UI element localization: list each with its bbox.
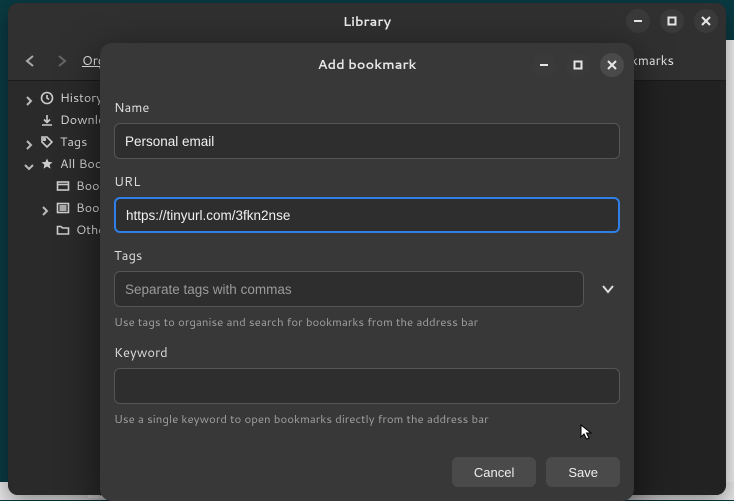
tag-icon xyxy=(40,135,54,149)
tags-label: Tags xyxy=(114,247,620,265)
cancel-button[interactable]: Cancel xyxy=(452,457,536,487)
library-title: Library xyxy=(343,13,391,31)
maximize-button[interactable] xyxy=(660,9,684,33)
save-button[interactable]: Save xyxy=(546,457,620,487)
tags-help-text: Use tags to organise and search for book… xyxy=(114,313,620,330)
dialog-close-button[interactable] xyxy=(600,53,624,77)
sidebar-item-label: Tags xyxy=(60,133,87,151)
toolbar-right-text: kmarks xyxy=(631,52,674,70)
download-icon xyxy=(40,113,54,127)
expander-icon xyxy=(40,203,50,213)
tags-input[interactable] xyxy=(114,271,584,307)
dialog-body: Name URL Tags Use tags to organise and s… xyxy=(100,87,634,441)
keyword-label: Keyword xyxy=(114,344,620,362)
keyword-help-text: Use a single keyword to open bookmarks d… xyxy=(114,410,620,427)
forward-button[interactable] xyxy=(50,49,74,73)
expander-icon xyxy=(24,159,34,169)
dialog-maximize-button[interactable] xyxy=(566,53,590,77)
dialog-minimize-button[interactable] xyxy=(532,53,556,77)
menu-icon xyxy=(56,201,70,215)
dialog-title: Add bookmark xyxy=(318,56,417,74)
expander-icon xyxy=(40,225,50,235)
folder-icon xyxy=(56,223,70,237)
url-input[interactable] xyxy=(114,197,620,233)
background-content xyxy=(726,40,734,490)
add-bookmark-dialog: Add bookmark Name URL Tags Use tags to o… xyxy=(100,43,634,501)
dialog-titlebar: Add bookmark xyxy=(100,43,634,87)
library-titlebar: Library xyxy=(8,3,726,41)
sidebar-item-label: History xyxy=(60,89,103,107)
expander-icon xyxy=(24,93,34,103)
url-label: URL xyxy=(114,173,620,191)
name-label: Name xyxy=(114,99,620,117)
clock-icon xyxy=(40,91,54,105)
name-input[interactable] xyxy=(114,123,620,159)
dialog-actions: Cancel Save xyxy=(100,441,634,501)
tags-expand-button[interactable] xyxy=(596,277,620,301)
expander-icon xyxy=(40,181,50,191)
dialog-window-buttons xyxy=(532,53,624,77)
toolbar-icon xyxy=(56,179,70,193)
keyword-input[interactable] xyxy=(114,368,620,404)
library-window-buttons xyxy=(626,9,718,33)
minimize-button[interactable] xyxy=(626,9,650,33)
expander-icon xyxy=(24,115,34,125)
close-button[interactable] xyxy=(694,9,718,33)
expander-icon xyxy=(24,137,34,147)
tags-row xyxy=(114,271,620,307)
back-button[interactable] xyxy=(18,49,42,73)
star-icon xyxy=(40,157,54,171)
